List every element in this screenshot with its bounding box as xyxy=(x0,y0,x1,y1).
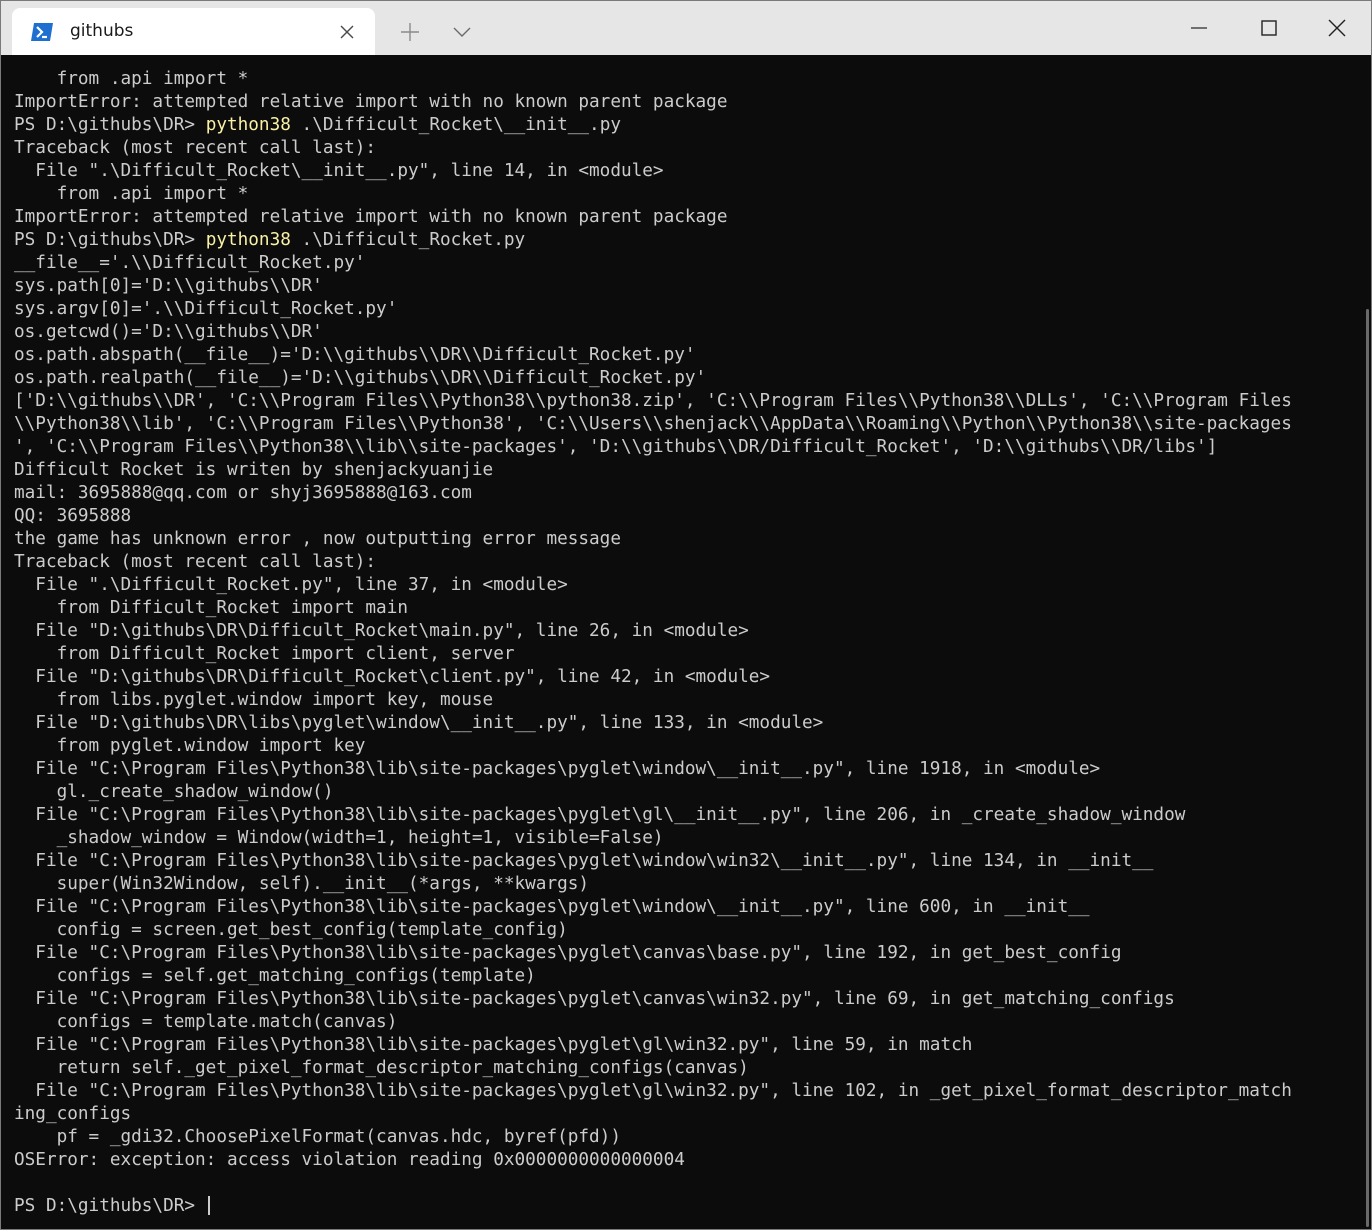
output-line: File "D:\githubs\DR\libs\pyglet\window\_… xyxy=(14,713,824,733)
tab-title: githubs xyxy=(70,21,134,41)
command-text: python38 xyxy=(205,115,291,135)
terminal-window: githubs from .api import * ImportError: … xyxy=(0,0,1372,1230)
tab-githubs[interactable]: githubs xyxy=(12,8,375,55)
output-line: from libs.pyglet.window import key, mous… xyxy=(14,690,494,710)
plus-icon[interactable] xyxy=(399,21,421,43)
output-line: gl._create_shadow_window() xyxy=(14,782,334,802)
close-icon xyxy=(1328,19,1346,37)
output-line: super(Win32Window, self).__init__(*args,… xyxy=(14,874,590,894)
maximize-button[interactable] xyxy=(1245,1,1291,55)
minimize-icon xyxy=(1191,27,1207,29)
prompt-line: PS D:\githubs\DR> xyxy=(14,1195,1354,1218)
command-args: .\Difficult_Rocket\__init__.py xyxy=(290,115,622,135)
powershell-icon xyxy=(31,23,53,41)
output-line: pf = _gdi32.ChoosePixelFormat(canvas.hdc… xyxy=(14,1127,621,1147)
output-line: Traceback (most recent call last): xyxy=(14,138,377,158)
output-line: from pyglet.window import key xyxy=(14,736,366,756)
output-line: from Difficult_Rocket import client, ser… xyxy=(14,644,515,664)
output-line: File "C:\Program Files\Python38\lib\site… xyxy=(14,759,1101,779)
output-line: __file__='.\\Difficult_Rocket.py' xyxy=(14,253,366,273)
output-line: OSError: exception: access violation rea… xyxy=(14,1150,685,1170)
tab-close-icon[interactable] xyxy=(337,22,357,42)
output-line: File "D:\githubs\DR\Difficult_Rocket\mai… xyxy=(14,621,749,641)
minimize-button[interactable] xyxy=(1175,1,1221,55)
terminal-output[interactable]: from .api import * ImportError: attempted… xyxy=(14,68,1354,1226)
output-line: \\Python38\\lib', 'C:\\Program Files\\Py… xyxy=(14,414,1292,434)
output-line: ing_configs xyxy=(14,1104,132,1124)
output-line: os.path.realpath(__file__)='D:\\githubs\… xyxy=(14,368,707,388)
output-line: File "C:\Program Files\Python38\lib\site… xyxy=(14,1035,973,1055)
output-line: sys.path[0]='D:\\githubs\\DR' xyxy=(14,276,323,296)
output-line: return self._get_pixel_format_descriptor… xyxy=(14,1058,749,1078)
output-line: config = screen.get_best_config(template… xyxy=(14,920,568,940)
output-line: Difficult Rocket is writen by shenjackyu… xyxy=(14,460,494,480)
scrollbar-thumb[interactable] xyxy=(1366,309,1369,1227)
output-line: _shadow_window = Window(width=1, height=… xyxy=(14,828,664,848)
output-line: File "C:\Program Files\Python38\lib\site… xyxy=(14,989,1175,1009)
output-line: ImportError: attempted relative import w… xyxy=(14,92,728,112)
output-line: ['D:\\githubs\\DR', 'C:\\Program Files\\… xyxy=(14,391,1292,411)
output-line: QQ: 3695888 xyxy=(14,506,132,526)
output-line: mail: 3695888@qq.com or shyj3695888@163.… xyxy=(14,483,472,503)
text-cursor xyxy=(207,1196,210,1215)
output-line: os.getcwd()='D:\\githubs\\DR' xyxy=(14,322,323,342)
command-text: python38 xyxy=(205,230,291,250)
title-bar[interactable]: githubs xyxy=(1,1,1371,55)
prompt-line: PS D:\githubs\DR> python38 .\Difficult_R… xyxy=(14,114,1354,137)
output-line: os.path.abspath(__file__)='D:\\githubs\\… xyxy=(14,345,696,365)
prompt-text: PS D:\githubs\DR> xyxy=(14,230,206,250)
output-line: ImportError: attempted relative import w… xyxy=(14,207,728,227)
scrollbar[interactable] xyxy=(1364,59,1370,1227)
output-line: the game has unknown error , now outputt… xyxy=(14,529,621,549)
output-line: Traceback (most recent call last): xyxy=(14,552,377,572)
output-line: from .api import * xyxy=(14,69,249,89)
prompt-text: PS D:\githubs\DR> xyxy=(14,115,206,135)
maximize-icon xyxy=(1261,20,1277,36)
output-line: from .api import * xyxy=(14,184,249,204)
output-line: configs = template.match(canvas) xyxy=(14,1012,398,1032)
output-line: ', 'C:\\Program Files\\Python38\\lib\\si… xyxy=(14,437,1218,457)
output-line: File "D:\githubs\DR\Difficult_Rocket\cli… xyxy=(14,667,771,687)
output-line: File ".\Difficult_Rocket.py", line 37, i… xyxy=(14,575,568,595)
prompt-line: PS D:\githubs\DR> python38 .\Difficult_R… xyxy=(14,229,1354,252)
prompt-text: PS D:\githubs\DR> xyxy=(14,1196,206,1216)
chevron-down-icon[interactable] xyxy=(451,23,473,41)
close-button[interactable] xyxy=(1313,1,1359,55)
output-line: File "C:\Program Files\Python38\lib\site… xyxy=(14,805,1186,825)
output-line: File "C:\Program Files\Python38\lib\site… xyxy=(14,1081,1292,1101)
command-args: .\Difficult_Rocket.py xyxy=(290,230,526,250)
output-line: File "C:\Program Files\Python38\lib\site… xyxy=(14,943,1122,963)
output-line: configs = self.get_matching_configs(temp… xyxy=(14,966,536,986)
output-line: File "C:\Program Files\Python38\lib\site… xyxy=(14,897,1090,917)
output-line: File ".\Difficult_Rocket\__init__.py", l… xyxy=(14,161,664,181)
output-line: from Difficult_Rocket import main xyxy=(14,598,409,618)
output-line: File "C:\Program Files\Python38\lib\site… xyxy=(14,851,1154,871)
output-line: sys.argv[0]='.\\Difficult_Rocket.py' xyxy=(14,299,398,319)
